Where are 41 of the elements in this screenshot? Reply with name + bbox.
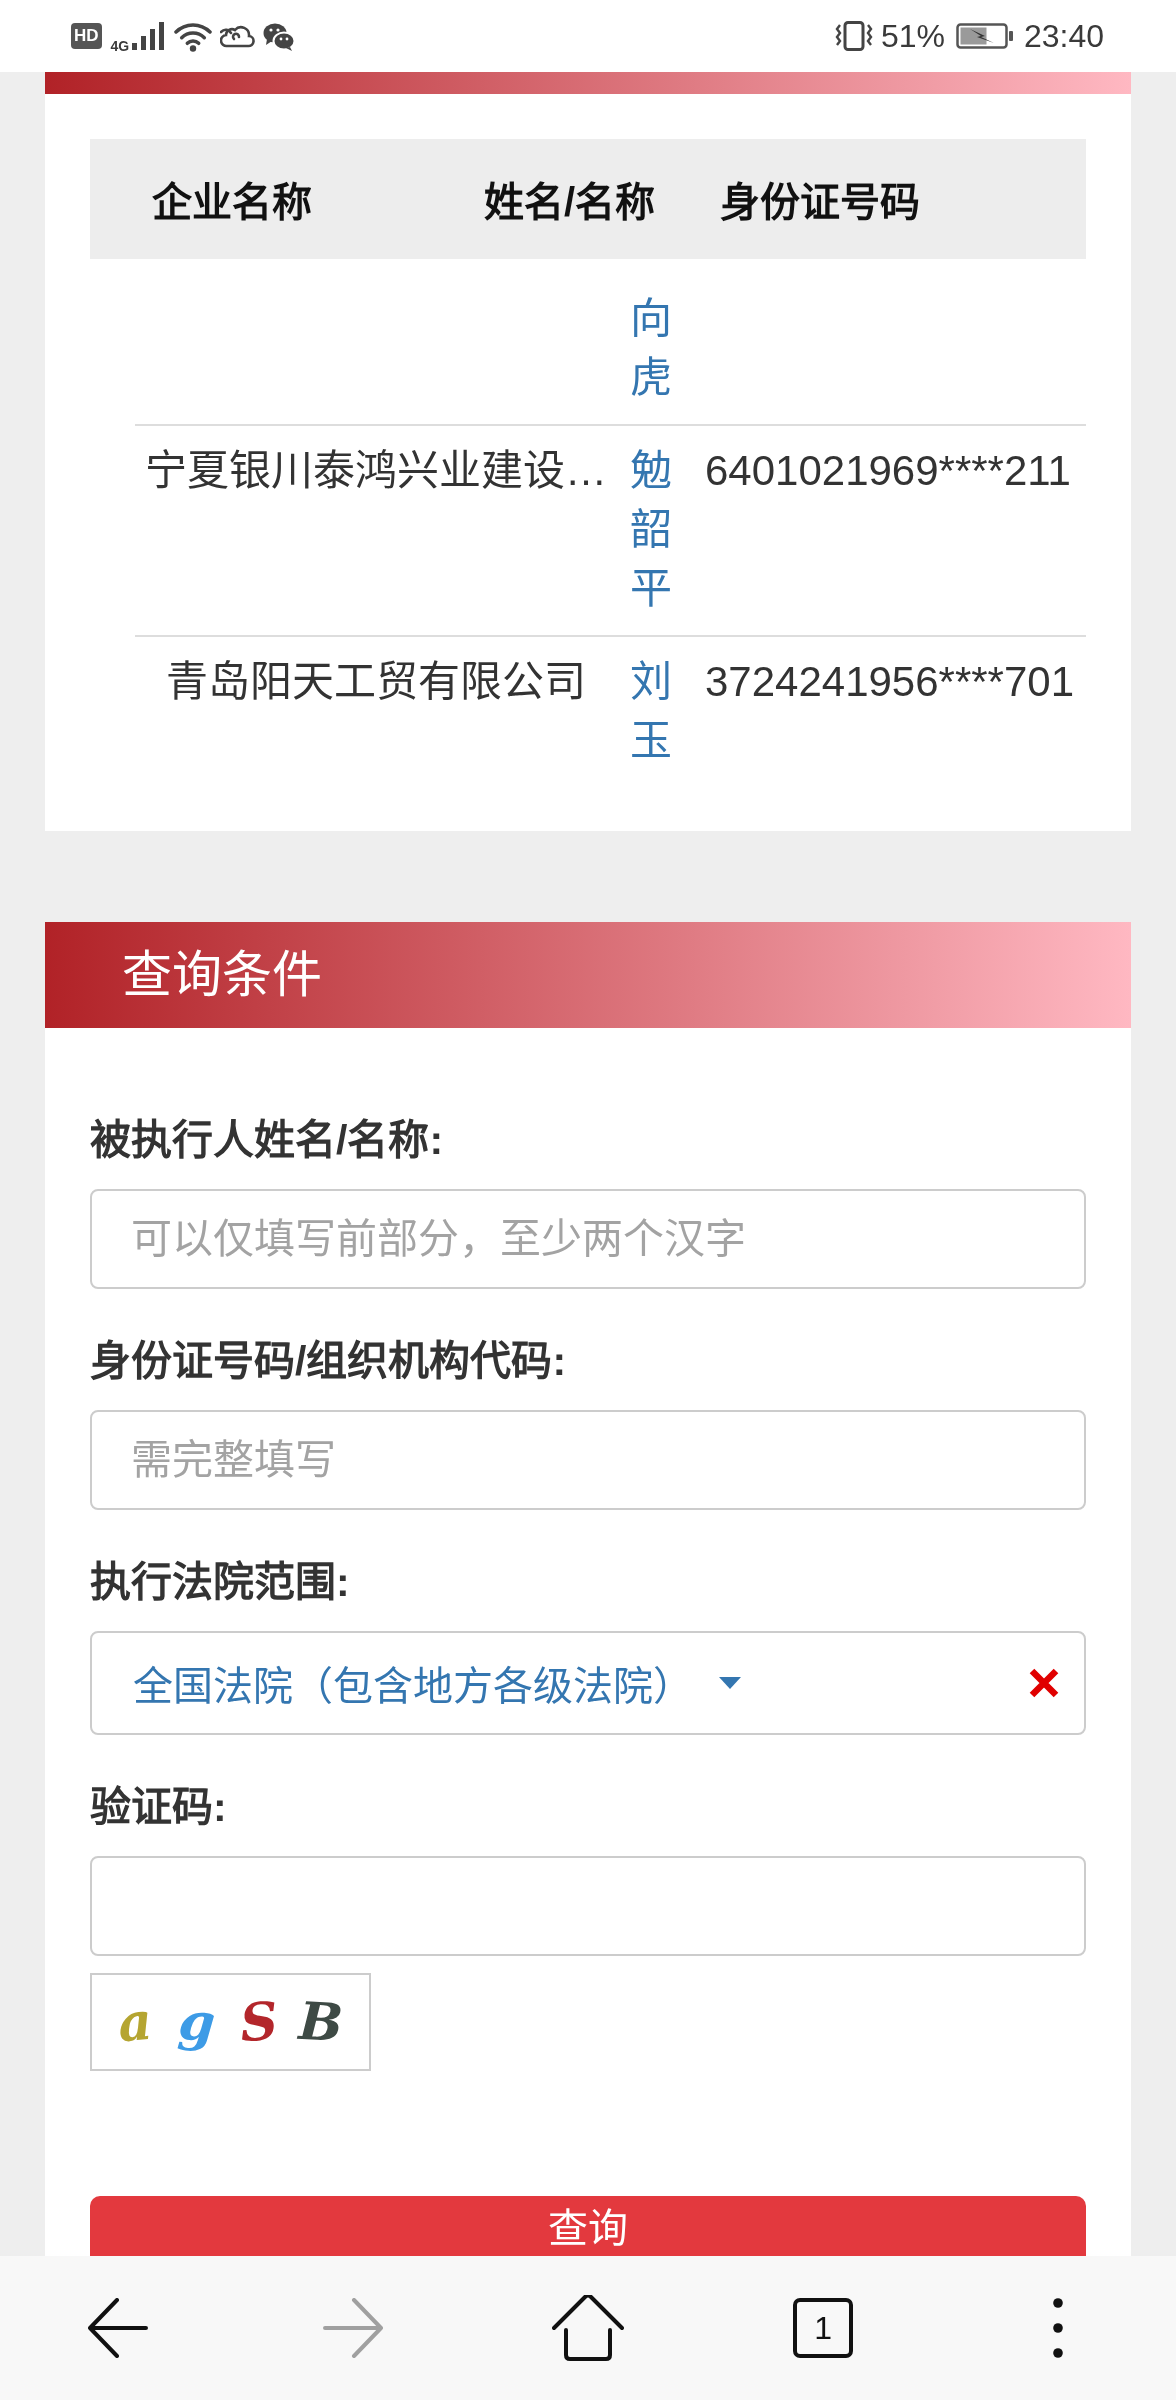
captcha-input-field[interactable] (90, 1856, 1086, 1956)
tabs-button[interactable]: 1 (793, 2298, 854, 2358)
clear-icon[interactable] (1028, 1667, 1060, 1699)
captcha-letter: B (296, 1989, 346, 2055)
column-header: 企业名称 (152, 179, 312, 226)
column-header: 姓名/名称 (484, 179, 656, 226)
person-name-link[interactable]: 向虎 (630, 289, 672, 407)
field-label: 被执行人姓名/名称: (90, 1116, 444, 1165)
input-field[interactable]: 可以仅填写前部分，至少两个汉字 (90, 1189, 1086, 1289)
company-name: 青岛阳天工贸有限公司 (166, 657, 586, 707)
field-label: 验证码: (90, 1783, 227, 1832)
cloud-icon (220, 23, 256, 49)
captcha-letter: g (175, 1988, 219, 2056)
captcha-letter: S (237, 1989, 281, 2055)
field-label: 身份证号码/组织机构代码: (90, 1337, 567, 1386)
company-name: 宁夏银川泰鸿兴业建设… (145, 446, 607, 496)
hd-badge: HD (71, 23, 102, 49)
person-name-link[interactable]: 勉韶平 (630, 441, 672, 618)
search-button[interactable]: 查询 (90, 2196, 1086, 2256)
column-header: 身份证号码 (720, 179, 920, 226)
captcha-letter: a (114, 1988, 156, 2056)
back-arrow-icon[interactable] (87, 2298, 148, 2358)
vibrate-icon (833, 21, 874, 51)
battery-percent: 51% (880, 18, 945, 54)
battery-charging-icon (955, 23, 1014, 49)
id-number: 6401021969****211 (705, 446, 1071, 496)
signal-icon (132, 22, 167, 50)
caret-icon (719, 1677, 741, 1689)
section-title: 查询条件 (122, 946, 322, 1005)
chat-bubbles-icon (263, 21, 296, 51)
wifi-icon (174, 20, 213, 52)
person-name-link[interactable]: 刘玉 (630, 652, 672, 770)
captcha-image[interactable]: a g S B (90, 1973, 371, 2071)
network-type: 4G (110, 39, 130, 53)
more-menu-icon[interactable] (1053, 2298, 1064, 2358)
court-select[interactable]: 全国法院（包含地方各级法院） (90, 1631, 1086, 1735)
field-label: 执行法院范围: (90, 1558, 350, 1607)
id-number: 3724241956****701 (705, 657, 1075, 707)
clock-time: 23:40 (1023, 18, 1104, 54)
home-icon[interactable] (552, 2295, 624, 2361)
input-field[interactable]: 需完整填写 (90, 1410, 1086, 1510)
